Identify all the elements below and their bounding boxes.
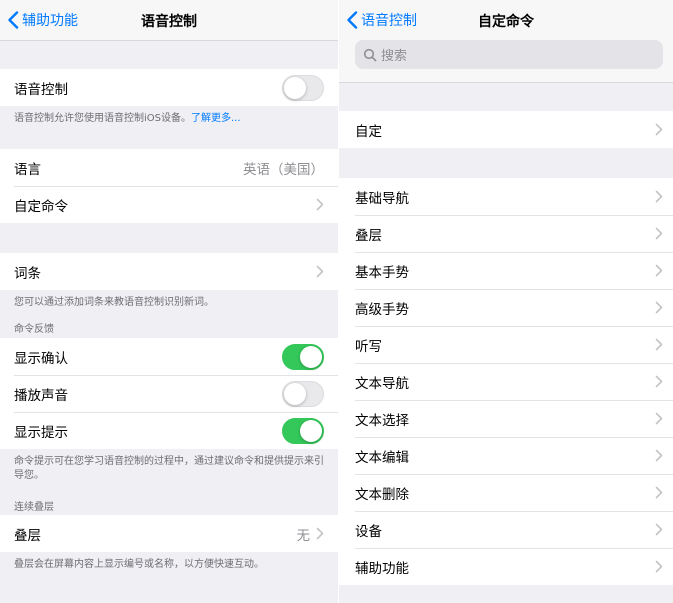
custom-commands-label: 自定命令 [14,198,68,215]
language-row[interactable]: 语言 英语（美国） [0,149,338,186]
feedback-header: 命令反馈 [14,324,54,335]
navbar: 语音控制 自定命令 搜索 [339,0,673,82]
custom-label: 自定 [355,123,382,140]
command-category-label: 文本删除 [355,486,409,503]
command-category-label: 听写 [355,338,382,355]
feedback-group: 显示确认 播放声音 显示提示 [0,338,338,449]
vocabulary-row[interactable]: 词条 [0,253,338,290]
chevron-right-icon [655,301,663,314]
chevron-right-icon [655,486,663,499]
search-icon [363,48,377,61]
voice-control-toggle[interactable] [282,74,324,101]
overlay-value: 无 [296,527,311,544]
search-field[interactable]: 搜索 [355,40,663,69]
command-category-list: 基础导航叠层基本手势高级手势听写文本导航文本选择文本编辑文本删除设备辅助功能 [339,178,673,585]
play-sound-row: 播放声音 [0,375,338,412]
show-confirmation-toggle[interactable] [282,343,324,370]
command-category-row[interactable]: 文本编辑 [339,437,673,474]
voice-control-label: 语音控制 [14,81,68,98]
play-sound-label: 播放声音 [14,387,68,404]
chevron-right-icon [655,264,663,277]
command-category-row[interactable]: 设备 [339,511,673,548]
show-hints-label: 显示提示 [14,424,68,441]
chevron-right-icon [655,190,663,203]
command-category-label: 叠层 [355,227,382,244]
chevron-right-icon [655,123,663,136]
chevron-right-icon [316,527,324,540]
command-category-label: 文本导航 [355,375,409,392]
language-label: 语言 [14,161,41,178]
custom-group: 自定 [339,111,673,148]
show-hints-row: 显示提示 [0,412,338,449]
voice-control-row: 语音控制 [0,69,338,106]
vocabulary-label: 词条 [14,265,41,282]
command-category-label: 文本选择 [355,412,409,429]
page-title: 自定命令 [478,14,534,30]
command-category-row[interactable]: 基础导航 [339,178,673,215]
chevron-right-icon [655,523,663,536]
command-category-row[interactable]: 叠层 [339,215,673,252]
command-category-row[interactable]: 文本删除 [339,474,673,511]
chevron-right-icon [655,560,663,573]
voice-control-pane: 辅助功能 语音控制 语音控制 语音控制允许您使用语音控制iOS设备。了解更多..… [0,0,338,603]
chevron-right-icon [316,198,324,211]
overlay-label: 叠层 [14,527,41,544]
chevron-right-icon [655,227,663,240]
command-category-row[interactable]: 听写 [339,326,673,363]
play-sound-toggle[interactable] [282,380,324,407]
show-confirmation-row: 显示确认 [0,338,338,375]
command-category-label: 设备 [355,523,382,540]
command-category-label: 高级手势 [355,301,409,318]
chevron-right-icon [316,265,324,278]
custom-row[interactable]: 自定 [339,111,673,148]
command-category-row[interactable]: 文本选择 [339,400,673,437]
custom-commands-pane: 语音控制 自定命令 搜索 自定 基础导航叠层基本手势高级手势听写文本导航文本选择… [339,0,673,603]
page-title: 语音控制 [141,14,197,30]
show-confirmation-label: 显示确认 [14,350,68,367]
overlay-row[interactable]: 叠层 无 [0,515,338,552]
chevron-right-icon [655,449,663,462]
show-hints-toggle[interactable] [282,417,324,444]
custom-commands-row[interactable]: 自定命令 [0,186,338,223]
command-category-label: 基础导航 [355,190,409,207]
chevron-right-icon [655,338,663,351]
learn-more-link[interactable]: 了解更多... [191,113,241,124]
command-category-row[interactable]: 基本手势 [339,252,673,289]
vocabulary-footer: 您可以通过添加词条来教语音控制识别新词。 [14,297,214,308]
voice-control-footer: 语音控制允许您使用语音控制iOS设备。了解更多... [14,113,241,124]
command-category-label: 文本编辑 [355,449,409,466]
language-value: 英语（美国） [243,161,324,178]
command-category-row[interactable]: 高级手势 [339,289,673,326]
navbar: 辅助功能 语音控制 [0,0,338,40]
command-category-row[interactable]: 辅助功能 [339,548,673,585]
command-category-row[interactable]: 文本导航 [339,363,673,400]
overlay-group: 叠层 无 [0,515,338,552]
chevron-right-icon [655,412,663,425]
overlay-header: 连续叠层 [14,502,54,513]
command-category-label: 基本手势 [355,264,409,281]
voice-control-group: 语音控制 [0,69,338,106]
language-group: 语言 英语（美国） 自定命令 [0,149,338,223]
hints-footer: 命令提示可在您学习语音控制的过程中，通过建议命令和提供提示来引导您。 [14,456,324,481]
overlay-footer: 叠层会在屏幕内容上显示编号或名称，以方便快速互动。 [14,559,264,570]
vocabulary-group: 词条 [0,253,338,290]
chevron-right-icon [655,375,663,388]
search-placeholder: 搜索 [381,49,408,64]
command-category-label: 辅助功能 [355,560,409,577]
